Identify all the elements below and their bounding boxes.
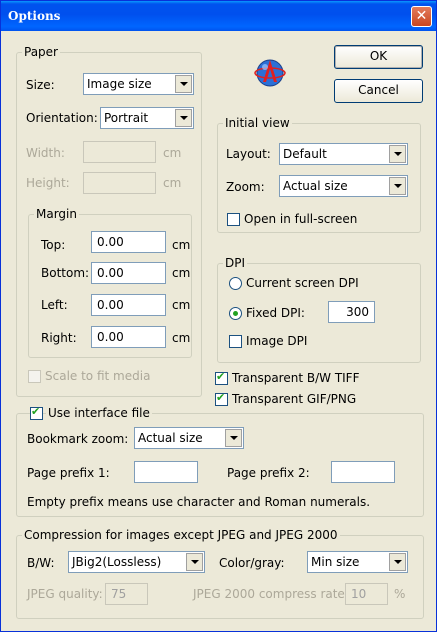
size-select[interactable]: Image size (83, 73, 194, 95)
current-dpi-label: Current screen DPI (246, 276, 359, 290)
margin-left-unit: cm (172, 298, 191, 312)
jpeg2000-rate-value: 10 (351, 587, 367, 601)
margin-right-unit: cm (172, 331, 191, 345)
height-unit: cm (163, 176, 182, 190)
transparent-bw-tiff-label: Transparent B/W TIFF (232, 371, 360, 385)
margin-top-label: Top: (41, 238, 66, 252)
cancel-button[interactable]: Cancel (334, 79, 423, 103)
margin-right-value: 0.00 (97, 330, 124, 344)
zoom-select-value: Actual size (283, 179, 348, 193)
orientation-select[interactable]: Portrait (100, 107, 194, 129)
margin-left-label: Left: (41, 298, 68, 312)
margin-bottom-value: 0.00 (97, 266, 124, 280)
current-dpi-radio[interactable] (229, 277, 242, 290)
page-prefix-2-label: Page prefix 2: (227, 466, 310, 480)
paper-group-label: Paper (22, 45, 60, 59)
bw-label: B/W: (27, 556, 55, 570)
width-label: Width: (26, 146, 65, 160)
size-select-value: Image size (87, 77, 152, 91)
initial-view-group-label: Initial view (223, 116, 292, 130)
transparent-gif-png-label: Transparent GIF/PNG (232, 392, 357, 406)
pdf-a-logo-icon (253, 55, 287, 89)
margin-bottom-label: Bottom: (41, 266, 90, 280)
dpi-group-label: DPI (223, 256, 248, 270)
height-label: Height: (26, 176, 70, 190)
zoom-select[interactable]: Actual size (279, 175, 408, 197)
page-prefix-1-input[interactable] (134, 461, 198, 483)
layout-label: Layout: (226, 147, 271, 161)
close-button[interactable]: ✕ (411, 6, 432, 27)
bw-compression-value: JBig2(Lossless) (72, 555, 162, 569)
size-label: Size: (26, 78, 55, 92)
orientation-label: Orientation: (26, 111, 98, 125)
bw-compression-select[interactable]: JBig2(Lossless) (68, 551, 205, 573)
options-dialog: Options ✕ OK Cancel Paper Size: Image si… (0, 0, 437, 632)
margin-top-unit: cm (172, 238, 191, 252)
scale-to-fit-label: Scale to fit media (45, 369, 151, 383)
image-dpi-checkbox[interactable] (229, 335, 242, 348)
ok-button[interactable]: OK (334, 45, 423, 69)
fixed-dpi-radio[interactable] (229, 307, 242, 320)
color-gray-label: Color/gray: (219, 556, 285, 570)
jpeg2000-rate-input[interactable]: 10 (345, 583, 388, 605)
fullscreen-checkbox[interactable] (227, 213, 240, 226)
fixed-dpi-label: Fixed DPI: (246, 306, 305, 320)
fixed-dpi-value: 300 (346, 305, 369, 319)
jpeg-quality-value: 75 (111, 587, 127, 601)
margin-top-value: 0.00 (97, 235, 124, 249)
bookmark-zoom-select[interactable]: Actual size (134, 427, 244, 449)
fixed-dpi-input[interactable]: 300 (328, 301, 375, 323)
chevron-down-icon (175, 75, 192, 93)
zoom-label: Zoom: (226, 180, 265, 194)
jpeg-quality-label: JPEG quality: (27, 587, 103, 601)
height-input[interactable] (83, 172, 156, 194)
width-unit: cm (163, 146, 182, 160)
bookmark-zoom-value: Actual size (138, 431, 203, 445)
jpeg-quality-input[interactable]: 75 (105, 583, 148, 605)
margin-right-label: Right: (41, 331, 77, 345)
chevron-down-icon (225, 429, 242, 447)
page-prefix-2-input[interactable] (331, 461, 395, 483)
compression-group-label: Compression for images except JPEG and J… (22, 528, 340, 542)
jpeg2000-rate-unit: % (394, 587, 406, 601)
use-interface-file-label: Use interface file (46, 406, 152, 420)
image-dpi-label: Image DPI (246, 334, 308, 348)
scale-to-fit-checkbox[interactable] (28, 370, 41, 383)
chevron-down-icon (389, 553, 406, 571)
prefix-note: Empty prefix means use character and Rom… (27, 495, 371, 509)
width-input[interactable] (83, 141, 156, 163)
chevron-down-icon (389, 145, 406, 163)
color-gray-select[interactable]: Min size (307, 551, 408, 573)
bookmark-zoom-label: Bookmark zoom: (27, 432, 129, 446)
transparent-bw-tiff-checkbox[interactable] (215, 370, 228, 385)
transparent-gif-png-checkbox[interactable] (215, 391, 228, 406)
window-title: Options (8, 9, 61, 23)
layout-select-value: Default (283, 147, 327, 161)
title-bar: Options ✕ (1, 1, 436, 31)
margin-left-value: 0.00 (97, 298, 124, 312)
margin-top-input[interactable]: 0.00 (91, 231, 166, 253)
jpeg2000-rate-label: JPEG 2000 compress rate: (193, 587, 349, 601)
chevron-down-icon (389, 177, 406, 195)
margin-left-input[interactable]: 0.00 (91, 294, 166, 316)
fullscreen-label: Open in full-screen (244, 212, 358, 226)
page-prefix-1-label: Page prefix 1: (27, 466, 110, 480)
margin-group-label: Margin (34, 207, 79, 221)
color-gray-value: Min size (311, 555, 360, 569)
orientation-select-value: Portrait (104, 111, 149, 125)
compression-group (16, 535, 424, 619)
use-interface-file-checkbox[interactable] (30, 405, 43, 420)
layout-select[interactable]: Default (279, 143, 408, 165)
margin-bottom-input[interactable]: 0.00 (91, 262, 166, 284)
chevron-down-icon (186, 553, 203, 571)
chevron-down-icon (175, 109, 192, 127)
margin-right-input[interactable]: 0.00 (91, 326, 166, 348)
margin-bottom-unit: cm (172, 266, 191, 280)
